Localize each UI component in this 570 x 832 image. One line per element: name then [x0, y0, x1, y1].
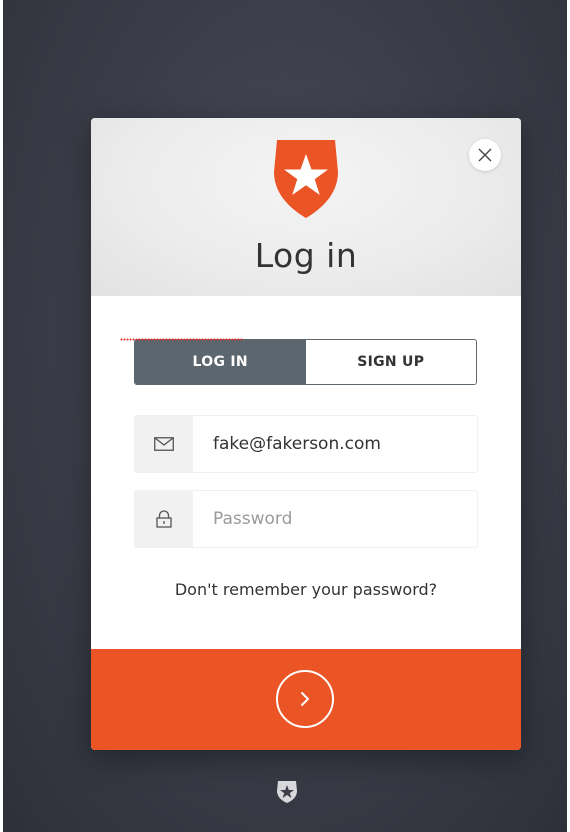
envelope-icon	[154, 437, 174, 451]
forgot-password-link[interactable]: Don't remember your password?	[91, 580, 521, 599]
password-input[interactable]	[193, 491, 477, 547]
submit-button[interactable]	[91, 649, 521, 750]
frame-edge-left	[0, 0, 3, 832]
tab-sign-up[interactable]: SIGN UP	[305, 340, 476, 384]
auth-tabs: LOG IN SIGN UP	[134, 339, 477, 385]
email-input[interactable]	[193, 416, 477, 472]
close-button[interactable]	[469, 139, 501, 171]
password-field	[134, 490, 478, 548]
card-header: Log in	[91, 118, 521, 296]
spellcheck-underline	[120, 338, 243, 341]
email-field	[134, 415, 478, 473]
page-title: Log in	[254, 236, 358, 275]
auth0-shield-logo	[274, 140, 338, 218]
lock-icon	[156, 510, 172, 528]
chevron-right-icon	[301, 692, 309, 706]
password-icon-box	[135, 491, 193, 547]
login-card: Log in LOG IN SIGN UP Don't r	[91, 118, 521, 750]
auth0-badge-icon[interactable]	[276, 780, 298, 804]
submit-circle	[276, 670, 334, 728]
close-icon	[478, 148, 492, 162]
email-icon-box	[135, 416, 193, 472]
tab-log-in[interactable]: LOG IN	[135, 340, 306, 384]
